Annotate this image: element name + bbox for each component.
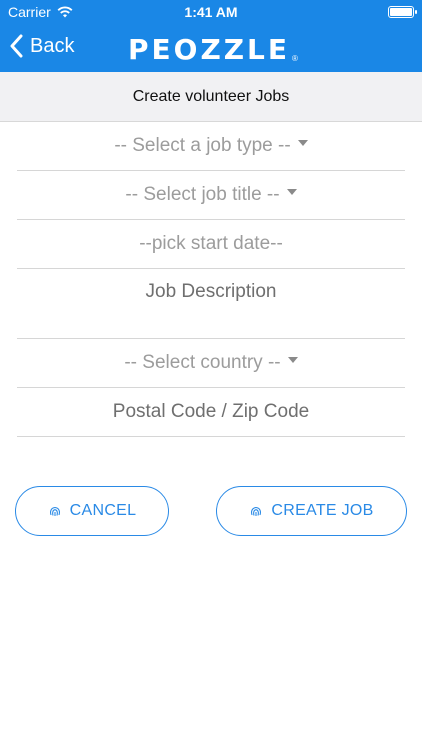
fingerprint-icon	[251, 506, 262, 516]
nav-bar: Back PEOZZLE ®	[0, 24, 422, 72]
job-description-placeholder: Job Description	[145, 281, 277, 302]
page-title-bar: Create volunteer Jobs	[0, 72, 422, 122]
fingerprint-icon	[49, 506, 60, 516]
country-value: -- Select country --	[124, 352, 281, 373]
postal-code-placeholder: Postal Code / Zip Code	[112, 401, 310, 422]
dropdown-caret-icon	[287, 357, 298, 363]
start-date-picker[interactable]: --pick start date--	[17, 220, 405, 269]
battery-icon	[388, 6, 417, 18]
back-label: Back	[30, 34, 75, 57]
peozzle-logo: PEOZZLE ®	[128, 33, 298, 66]
job-type-select[interactable]: -- Select a job type --	[17, 122, 405, 171]
page-title: Create volunteer Jobs	[132, 87, 290, 105]
chevron-left-icon	[10, 34, 23, 58]
cancel-button[interactable]: CANCEL	[15, 486, 169, 536]
back-button[interactable]: Back	[10, 34, 74, 58]
create-job-button[interactable]: CREATE JOB	[216, 486, 407, 536]
start-date-value: --pick start date--	[139, 233, 283, 254]
job-title-value: -- Select job title --	[125, 184, 280, 205]
logo-wordmark: PEOZZLE	[128, 33, 291, 66]
dropdown-caret-icon	[286, 189, 297, 195]
country-select[interactable]: -- Select country --	[17, 339, 405, 388]
job-title-select[interactable]: -- Select job title --	[17, 171, 405, 220]
postal-code-field[interactable]: Postal Code / Zip Code	[17, 388, 405, 437]
dropdown-caret-icon	[297, 140, 308, 146]
job-form: -- Select a job type -- -- Select job ti…	[17, 122, 405, 437]
logo-registered-mark: ®	[292, 54, 298, 63]
cancel-label: CANCEL	[69, 502, 137, 519]
job-description-field[interactable]: Job Description	[17, 269, 405, 339]
status-bar: Carrier 1:41 AM	[0, 0, 422, 24]
job-type-value: -- Select a job type --	[114, 135, 291, 156]
status-time: 1:41 AM	[184, 4, 238, 20]
create-job-label: CREATE JOB	[271, 502, 374, 519]
